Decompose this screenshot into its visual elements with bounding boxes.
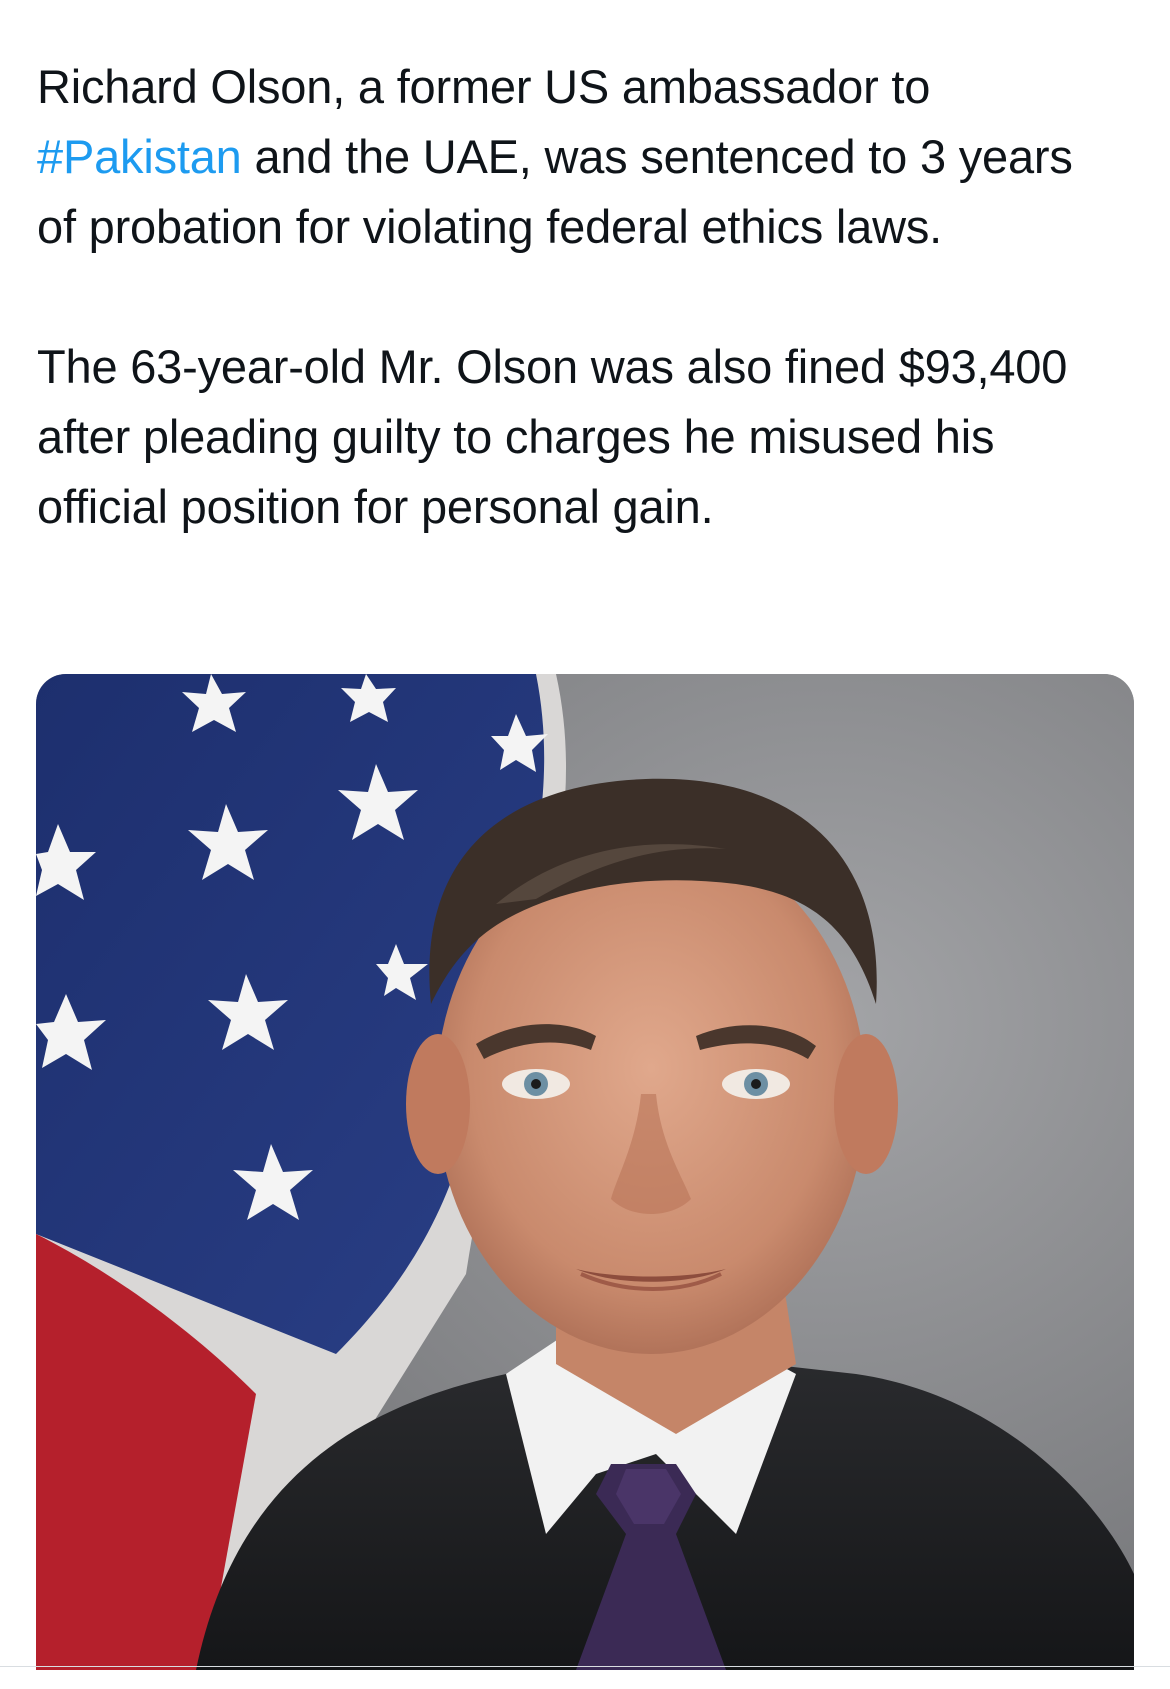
hashtag-pakistan-link[interactable]: #Pakistan: [37, 130, 242, 183]
tweet-text: Richard Olson, a former US ambassador to…: [37, 52, 1117, 542]
tweet: Richard Olson, a former US ambassador to…: [0, 0, 1170, 1689]
tweet-paragraph-2: The 63-year-old Mr. Olson was also fined…: [37, 340, 1068, 533]
tweet-paragraph-1: Richard Olson, a former US ambassador to…: [37, 52, 1117, 262]
tweet-text-segment: Richard Olson, a former US ambassador to: [37, 60, 931, 113]
portrait-photo: [36, 674, 1134, 1670]
tweet-media-photo[interactable]: [36, 674, 1134, 1670]
divider: [0, 1666, 1170, 1667]
